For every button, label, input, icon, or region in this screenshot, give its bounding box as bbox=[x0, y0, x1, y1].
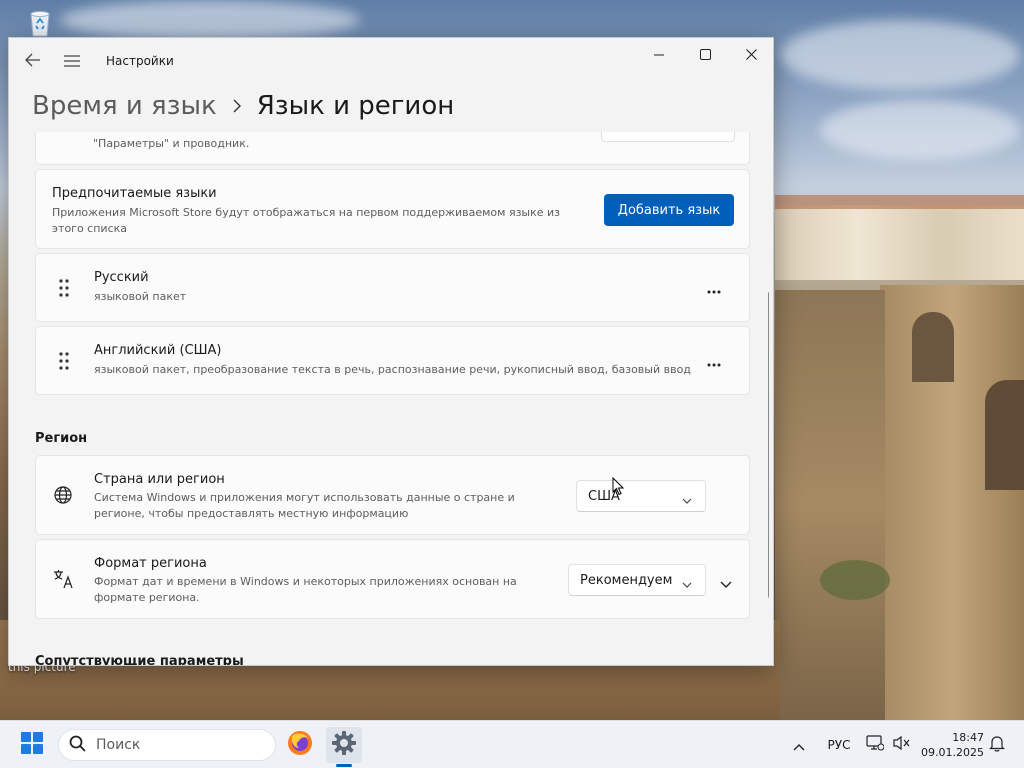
app-title: Настройки bbox=[106, 54, 174, 68]
page-title: Язык и регион bbox=[256, 91, 455, 121]
settings-window: Настройки Время и язык Язык и регион "Па… bbox=[8, 37, 774, 666]
volume-button[interactable] bbox=[890, 729, 912, 761]
minimize-icon bbox=[654, 45, 664, 64]
drag-handle-icon[interactable] bbox=[58, 278, 70, 298]
search-placeholder: Поиск bbox=[96, 737, 141, 753]
close-icon bbox=[745, 45, 757, 64]
active-app-indicator bbox=[336, 764, 352, 767]
drag-handle-icon[interactable] bbox=[58, 351, 70, 371]
clock-date: 09.01.2025 bbox=[921, 746, 984, 759]
recycle-bin-icon[interactable] bbox=[22, 8, 58, 38]
settings-gear-icon bbox=[331, 730, 357, 760]
globe-icon bbox=[54, 486, 72, 508]
wallpaper-rooftops bbox=[775, 195, 1024, 209]
country-region-dropdown[interactable]: США bbox=[576, 480, 706, 512]
chevron-right-icon bbox=[233, 99, 243, 113]
card-subtitle: Система Windows и приложения могут испол… bbox=[94, 491, 515, 520]
notification-bell-icon bbox=[989, 735, 1005, 756]
card-title: Страна или регион bbox=[94, 472, 225, 487]
mouse-cursor-icon bbox=[612, 477, 624, 496]
navigation-menu-button[interactable] bbox=[55, 44, 89, 78]
add-language-button[interactable]: Добавить язык bbox=[604, 194, 734, 226]
dropdown-value: Рекомендуем bbox=[580, 572, 673, 588]
language-details: языковой пакет, преобразование текста в … bbox=[94, 363, 691, 376]
more-options-button[interactable] bbox=[699, 346, 729, 376]
input-language-indicator[interactable]: РУС bbox=[820, 729, 858, 761]
wallpaper-bridge-arch bbox=[912, 312, 954, 382]
more-dots-icon bbox=[707, 352, 721, 371]
close-button[interactable] bbox=[728, 38, 773, 70]
section-title-region: Регион bbox=[35, 431, 88, 446]
maximize-button[interactable] bbox=[682, 38, 728, 70]
windows-start-icon bbox=[21, 732, 43, 758]
language-name: Английский (США) bbox=[94, 343, 222, 358]
settings-content: "Параметры" и проводник. Предпочитаемые … bbox=[9, 132, 769, 666]
breadcrumb: Время и язык Язык и регион bbox=[32, 86, 454, 126]
section-title-related-settings: Сопутствующие параметры bbox=[35, 654, 244, 666]
display-language-dropdown[interactable] bbox=[601, 132, 735, 142]
wallpaper-bridge-arch bbox=[985, 380, 1024, 490]
taskbar-clock[interactable]: 18:47 09.01.2025 bbox=[918, 730, 984, 760]
title-bar[interactable]: Настройки bbox=[9, 38, 773, 84]
hamburger-menu-icon bbox=[64, 52, 80, 71]
region-format-card[interactable]: Формат региона Формат дат и времени в Wi… bbox=[35, 539, 750, 619]
language-label: РУС bbox=[827, 738, 851, 752]
more-dots-icon bbox=[707, 279, 721, 298]
country-region-card: Страна или регион Система Windows и прил… bbox=[35, 455, 750, 535]
back-arrow-icon bbox=[25, 52, 41, 71]
preferred-languages-card: Предпочитаемые языки Приложения Microsof… bbox=[35, 169, 750, 249]
scrollbar-thumb[interactable] bbox=[768, 292, 769, 598]
language-item-russian: Русский языковой пакет bbox=[35, 253, 750, 322]
language-format-icon bbox=[53, 569, 75, 593]
more-options-button[interactable] bbox=[699, 273, 729, 303]
minimize-button[interactable] bbox=[636, 38, 682, 70]
chevron-up-icon bbox=[793, 736, 805, 755]
expand-chevron-icon[interactable] bbox=[720, 574, 732, 593]
language-item-english: Английский (США) языковой пакет, преобра… bbox=[35, 326, 750, 395]
wallpaper-cloud bbox=[820, 100, 1020, 160]
volume-muted-icon bbox=[892, 735, 910, 755]
show-hidden-icons-button[interactable] bbox=[786, 729, 812, 761]
firefox-icon bbox=[287, 730, 313, 760]
language-name: Русский bbox=[94, 270, 149, 285]
breadcrumb-parent-link[interactable]: Время и язык bbox=[32, 91, 217, 121]
maximize-icon bbox=[699, 45, 711, 64]
back-button[interactable] bbox=[16, 44, 50, 78]
region-format-dropdown[interactable]: Рекомендуем bbox=[568, 564, 706, 596]
language-details: языковой пакет bbox=[94, 290, 187, 303]
chevron-down-icon bbox=[682, 493, 692, 504]
card-subtitle: Приложения Microsoft Store будут отображ… bbox=[52, 206, 561, 235]
wallpaper-cloud bbox=[60, 0, 360, 40]
clock-time: 18:47 bbox=[952, 731, 984, 744]
card-title: Формат региона bbox=[94, 556, 207, 571]
card-subtitle: "Параметры" и проводник. bbox=[93, 137, 250, 150]
card-title: Предпочитаемые языки bbox=[52, 186, 217, 201]
windows-display-language-card: "Параметры" и проводник. bbox=[35, 132, 750, 165]
wallpaper-cliff bbox=[775, 290, 885, 720]
taskbar-search-box[interactable]: Поиск bbox=[58, 729, 276, 761]
wallpaper-bush bbox=[820, 560, 890, 600]
taskbar-app-settings[interactable] bbox=[326, 727, 362, 763]
chevron-down-icon bbox=[682, 577, 692, 588]
search-icon bbox=[69, 735, 86, 756]
taskbar-app-firefox[interactable] bbox=[282, 727, 318, 763]
wallpaper-town bbox=[775, 205, 1024, 280]
card-subtitle: Формат дат и времени в Windows и некотор… bbox=[94, 575, 517, 604]
network-icon bbox=[866, 735, 885, 755]
wallpaper-cloud bbox=[780, 20, 1020, 90]
taskbar: Поиск РУС 18:47 09.01.2025 bbox=[0, 720, 1024, 768]
start-button[interactable] bbox=[14, 729, 50, 761]
notification-center-button[interactable] bbox=[986, 729, 1008, 761]
network-button[interactable] bbox=[864, 729, 886, 761]
